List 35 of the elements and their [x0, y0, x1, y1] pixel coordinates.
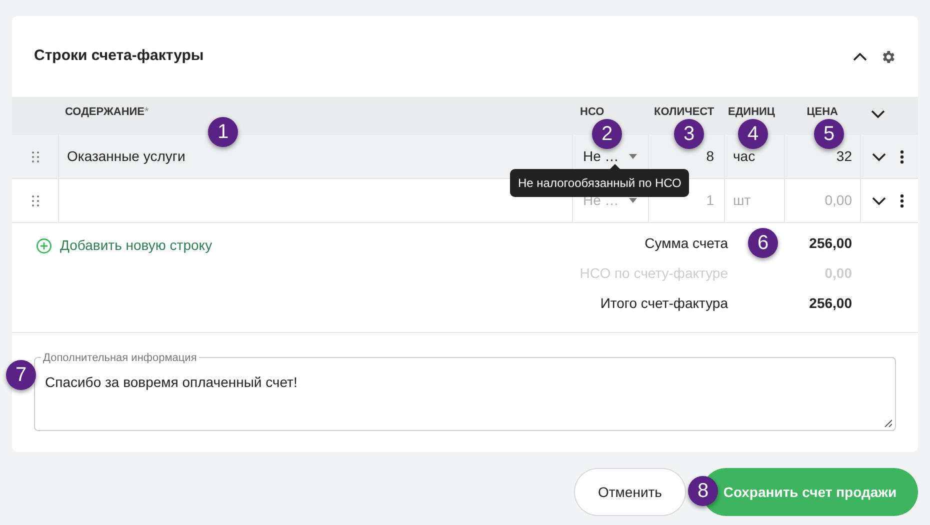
add-circle-icon — [36, 238, 52, 254]
add-row-link[interactable]: Добавить новую строку — [36, 235, 212, 256]
total-value: 256,00 — [809, 235, 852, 252]
column-header: ЦЕНА — [806, 106, 838, 119]
dropdown-arrow-icon[interactable] — [628, 198, 637, 203]
column-header: СОДЕРЖАНИЕ* — [65, 106, 149, 119]
total-value: 256,00 — [809, 295, 852, 312]
callout-badge: 7 — [6, 360, 36, 390]
callout-badge: 8 — [688, 476, 718, 506]
drag-handle-icon[interactable] — [32, 194, 38, 206]
dropdown-arrow-icon[interactable] — [628, 154, 637, 159]
column-menu-icon[interactable] — [870, 109, 886, 119]
kebab-menu-icon[interactable] — [900, 194, 904, 208]
section-title: Строки счета-фактуры — [34, 46, 205, 66]
total-label: Сумма счета — [644, 235, 728, 252]
row-expand-icon[interactable] — [871, 196, 887, 206]
settings-icon[interactable] — [880, 48, 896, 64]
field-value: Спасибо за вовремя оплаченный счет! — [45, 374, 298, 390]
field-label: Дополнительная информация — [41, 350, 199, 366]
column-header: НСО — [580, 106, 604, 119]
table-cell[interactable]: 32 — [836, 146, 852, 167]
resize-handle-icon — [884, 419, 892, 427]
tooltip: Не налогообязанный по НСО — [510, 169, 690, 197]
row-expand-icon[interactable] — [871, 152, 887, 162]
column-header: КОЛИЧЕСТ — [654, 106, 714, 119]
table-cell[interactable]: час — [733, 146, 756, 167]
cancel-button[interactable]: Отменить — [574, 468, 686, 516]
total-label: Итого счет-фактура — [600, 295, 728, 312]
table-cell[interactable]: Оказанные услуги — [67, 146, 186, 167]
column-header: ЕДИНИЦ — [728, 106, 775, 119]
kebab-menu-icon[interactable] — [900, 150, 904, 164]
nso-select[interactable]: Не … — [583, 146, 619, 167]
table-cell[interactable]: 8 — [706, 146, 714, 167]
collapse-icon[interactable] — [852, 52, 868, 62]
drag-handle-icon[interactable] — [32, 150, 38, 162]
